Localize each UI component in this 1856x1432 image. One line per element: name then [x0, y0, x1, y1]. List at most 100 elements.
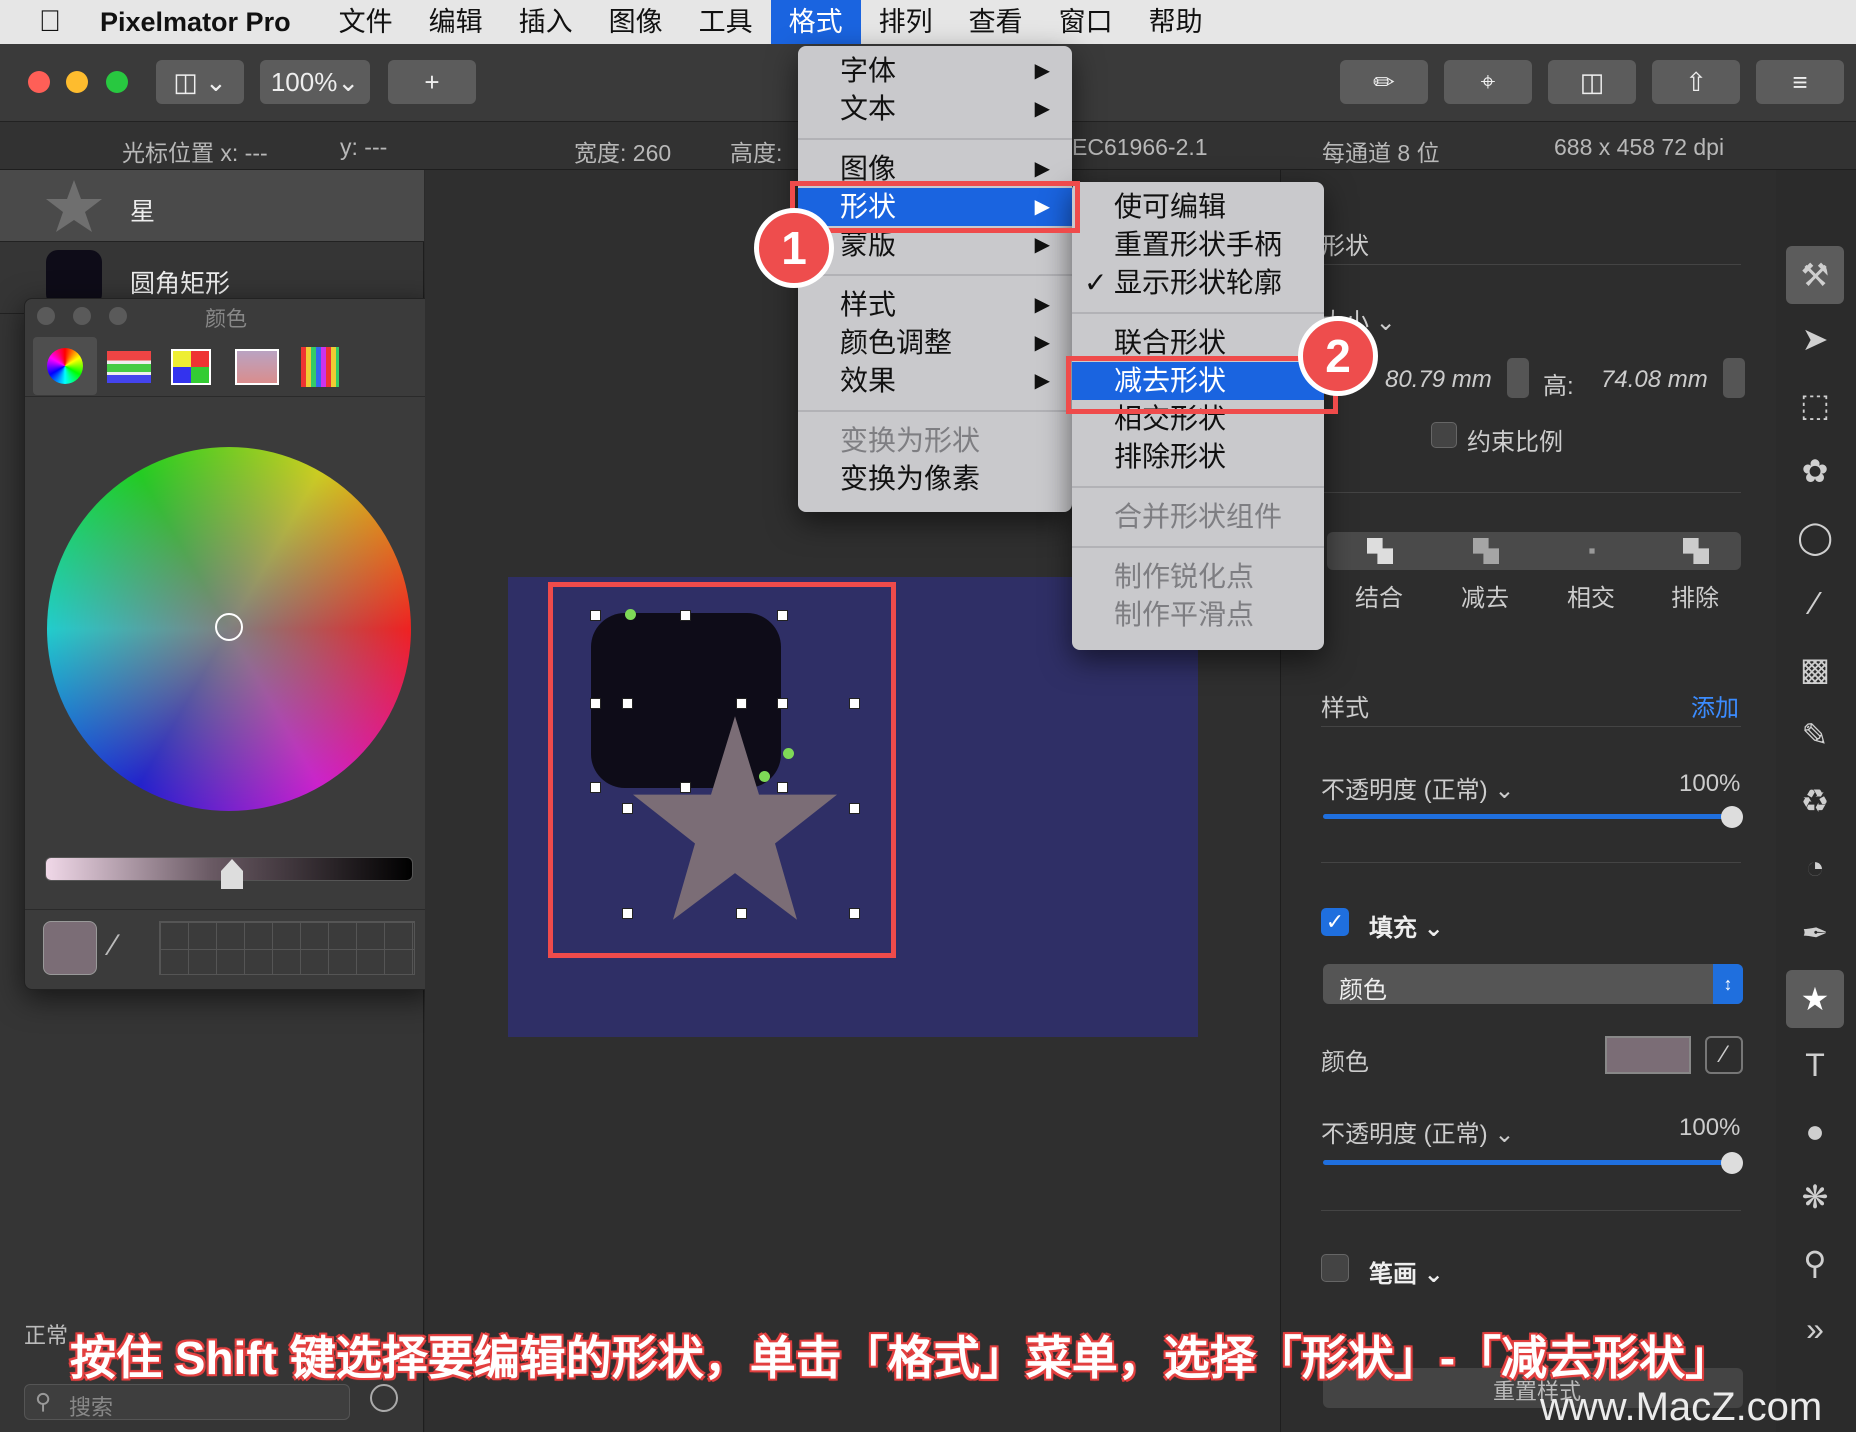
filter-icon[interactable]	[370, 1384, 398, 1412]
app-name-menu[interactable]: Pixelmator Pro	[100, 7, 291, 38]
width-field[interactable]: 80.79 mm	[1385, 366, 1495, 394]
rect-select-tool-icon[interactable]: ⬚	[1786, 376, 1844, 434]
gradient-tool-icon[interactable]: ▩	[1786, 640, 1844, 698]
tab-image-palette-icon[interactable]	[235, 349, 279, 385]
share-icon: ⇧	[1685, 66, 1707, 97]
zoom-dropdown[interactable]: 100% ⌄	[260, 60, 370, 104]
menu-file[interactable]: 文件	[321, 0, 411, 44]
distort-tool-icon[interactable]: ◔	[1786, 838, 1844, 896]
stroke-checkbox[interactable]	[1321, 1254, 1349, 1282]
menu-format[interactable]: 格式	[770, 0, 861, 44]
menu-item-style[interactable]: 样式 ▶	[798, 286, 1072, 324]
retouch-tool-icon[interactable]: ♻	[1786, 772, 1844, 830]
pointer-tool-icon[interactable]: ➤	[1786, 310, 1844, 368]
document-button[interactable]: ◫	[1548, 60, 1636, 104]
tab-sliders-icon[interactable]	[107, 351, 151, 383]
exclude-icon[interactable]	[1683, 538, 1709, 564]
combine-label[interactable]: 结合	[1355, 578, 1403, 613]
share-button[interactable]: ⇧	[1652, 60, 1740, 104]
menu-window[interactable]: 窗口	[1041, 0, 1131, 44]
menu-insert[interactable]: 插入	[501, 0, 591, 44]
opacity-dropdown[interactable]: 不透明度 (正常) ⌄	[1321, 770, 1514, 805]
add-button[interactable]: +	[388, 60, 476, 104]
menu-item-convert-to-pixels[interactable]: 变换为像素	[798, 460, 1072, 498]
blend-mode-label[interactable]: 正常	[24, 1318, 68, 1350]
fill-opacity-slider-knob[interactable]	[1721, 1152, 1743, 1174]
width-stepper[interactable]	[1507, 358, 1529, 398]
combine-icon[interactable]	[1367, 538, 1393, 564]
menu-item-show-outline[interactable]: ✓ 显示形状轮廓	[1072, 264, 1324, 302]
minimize-window-button[interactable]	[73, 307, 91, 325]
close-window-button[interactable]	[28, 71, 50, 93]
fill-checkbox[interactable]: ✓	[1321, 908, 1349, 936]
subtract-label[interactable]: 减去	[1461, 578, 1509, 613]
more-tools-icon[interactable]: »	[1786, 1300, 1844, 1358]
menu-arrange[interactable]: 排列	[861, 0, 951, 44]
tab-pencils-icon[interactable]	[301, 347, 339, 387]
arrange-tool-icon[interactable]: ⚒	[1786, 246, 1844, 304]
menu-edit[interactable]: 编辑	[411, 0, 501, 44]
opacity-slider-knob[interactable]	[1721, 806, 1743, 828]
menu-tools[interactable]: 工具	[681, 0, 771, 44]
zoom-window-button[interactable]	[106, 71, 128, 93]
sidebar-toggle-button[interactable]: ◫ ⌄	[156, 60, 244, 104]
color-adjust-tool-icon[interactable]: ●	[1786, 1102, 1844, 1160]
tab-color-wheel[interactable]	[33, 337, 97, 395]
exclude-label[interactable]: 排除	[1671, 578, 1719, 613]
eraser-tool-icon[interactable]: ✎	[1786, 706, 1844, 764]
cursor-x: 光标位置 x: ---	[122, 140, 268, 166]
zoom-window-button[interactable]	[109, 307, 127, 325]
menu-item-color-adjust[interactable]: 颜色调整 ▶	[798, 324, 1072, 362]
tab-palettes-icon[interactable]	[171, 349, 211, 385]
menu-item-exclude-shapes[interactable]: 排除形状	[1072, 438, 1324, 476]
subtract-icon[interactable]	[1473, 538, 1499, 564]
menu-item-font[interactable]: 字体 ▶	[798, 52, 1072, 90]
chevron-down-icon: ⌄	[1417, 915, 1444, 942]
height-field[interactable]: 74.08 mm	[1601, 366, 1711, 394]
minimize-window-button[interactable]	[66, 71, 88, 93]
fill-color-well[interactable]	[1605, 1036, 1691, 1074]
height-stepper[interactable]	[1723, 358, 1745, 398]
eyedropper-icon[interactable]: ∕	[1705, 1036, 1743, 1074]
cursor-y: y: ---	[340, 134, 388, 160]
fill-type-select[interactable]: 颜色 ↕	[1323, 964, 1743, 1004]
eyedropper-icon[interactable]: ∕	[111, 929, 116, 963]
intersect-label[interactable]: 相交	[1567, 578, 1615, 613]
menu-item-label: 效果	[840, 365, 897, 396]
select-arrows-icon: ↕	[1713, 964, 1743, 1004]
menu-image[interactable]: 图像	[591, 0, 681, 44]
crop-button[interactable]: ⌖	[1444, 60, 1532, 104]
search-field[interactable]: ⚲ 搜索	[24, 1384, 350, 1420]
opacity-slider[interactable]	[1323, 814, 1731, 819]
adjustments-button[interactable]: ≡	[1756, 60, 1844, 104]
fill-opacity-dropdown[interactable]: 不透明度 (正常) ⌄	[1321, 1114, 1514, 1149]
current-color-swatch[interactable]	[43, 921, 97, 975]
stroke-header[interactable]: 笔画 ⌄	[1369, 1254, 1444, 1289]
effects-tool-icon[interactable]: ❋	[1786, 1168, 1844, 1226]
brush-button[interactable]: ✏	[1340, 60, 1428, 104]
lasso-tool-icon[interactable]: ✿	[1786, 442, 1844, 500]
add-style-link[interactable]: 添加	[1691, 688, 1739, 723]
shapes-tool-icon[interactable]: ★	[1786, 970, 1844, 1028]
fill-header[interactable]: 填充 ⌄	[1369, 908, 1444, 943]
zoom-tool-icon[interactable]: ⚲	[1786, 1234, 1844, 1292]
color-wheel-crosshair[interactable]	[215, 613, 243, 641]
menu-item-effects[interactable]: 效果 ▶	[798, 362, 1072, 400]
menu-item-label: 字体	[840, 55, 897, 86]
pen-tool-icon[interactable]: ✒	[1786, 904, 1844, 962]
layer-row-star[interactable]: 星	[0, 170, 424, 242]
quick-select-tool-icon[interactable]: ◯	[1786, 508, 1844, 566]
apple-icon[interactable]: 	[0, 5, 100, 39]
menu-view[interactable]: 查看	[951, 0, 1041, 44]
menu-item-make-editable[interactable]: 使可编辑	[1072, 188, 1324, 226]
menu-help[interactable]: 帮助	[1131, 0, 1221, 44]
paint-brush-tool-icon[interactable]: ∕	[1786, 574, 1844, 632]
menu-item-reset-handles[interactable]: 重置形状手柄	[1072, 226, 1324, 264]
constrain-checkbox[interactable]	[1431, 422, 1457, 448]
swatch-grid[interactable]	[159, 921, 415, 975]
intersect-icon[interactable]	[1589, 548, 1595, 554]
fill-opacity-slider[interactable]	[1323, 1160, 1731, 1165]
menu-item-text[interactable]: 文本 ▶	[798, 90, 1072, 128]
type-tool-icon[interactable]: T	[1786, 1036, 1844, 1094]
close-window-button[interactable]	[37, 307, 55, 325]
